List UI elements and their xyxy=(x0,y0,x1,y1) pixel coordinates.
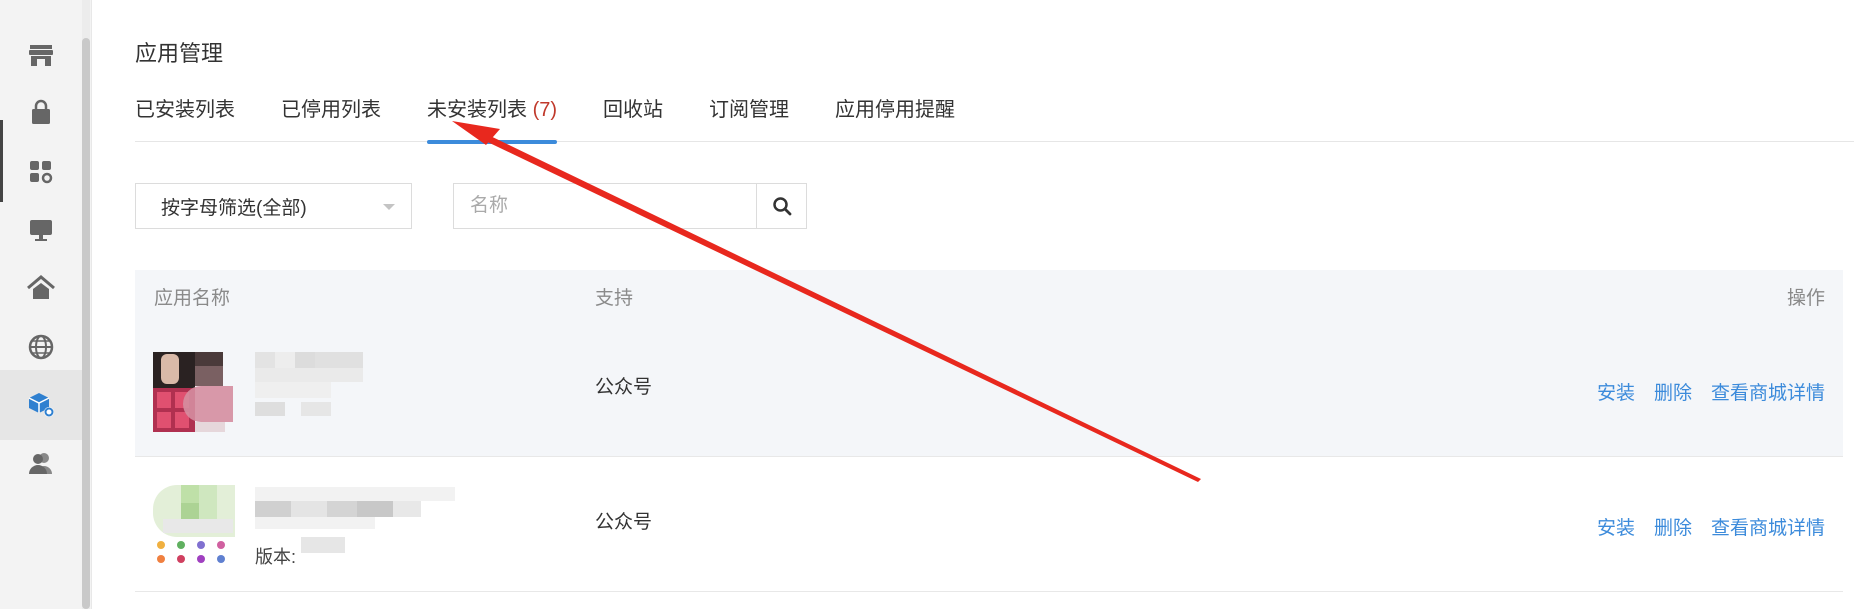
tab-not-installed[interactable]: 未安装列表 (7) xyxy=(427,90,558,144)
app-info-blurred xyxy=(255,352,465,432)
tab-label: 未安装列表 xyxy=(427,99,527,121)
app-cube-settings-icon xyxy=(28,393,54,417)
delete-link[interactable]: 删除 xyxy=(1654,513,1692,540)
search-input[interactable] xyxy=(454,184,756,228)
users-icon xyxy=(29,453,52,474)
support-cell: 公众号 xyxy=(595,377,653,398)
app-table: 应用名称 支持 操作 公众号 安装 删除 查看商城详情 版本: 公众号 安装 删… xyxy=(135,270,1843,592)
sidebar xyxy=(0,0,92,609)
search-icon xyxy=(772,197,791,216)
search-box xyxy=(453,183,807,229)
delete-link[interactable]: 删除 xyxy=(1654,378,1692,405)
sidebar-item-users[interactable] xyxy=(0,428,82,498)
globe-icon xyxy=(28,334,54,360)
tab-bar: 已安装列表 已停用列表 未安装列表 (7) 回收站 订阅管理 应用停用提醒 xyxy=(135,90,1854,144)
app-info-blurred: 版本: xyxy=(255,487,465,567)
search-button[interactable] xyxy=(756,184,806,228)
table-row: 公众号 安装 删除 查看商城详情 xyxy=(135,322,1843,457)
letter-filter-dropdown[interactable]: 按字母筛选(全部) xyxy=(135,183,412,229)
table-row: 版本: 公众号 安装 删除 查看商城详情 xyxy=(135,457,1843,592)
header-support: 支持 xyxy=(595,287,634,309)
view-store-detail-link[interactable]: 查看商城详情 xyxy=(1711,378,1825,405)
tab-disable-reminder[interactable]: 应用停用提醒 xyxy=(835,90,955,142)
install-link[interactable]: 安装 xyxy=(1597,513,1635,540)
page-title: 应用管理 xyxy=(135,41,224,66)
tab-count-badge: (7) xyxy=(532,99,558,121)
app-thumbnail xyxy=(153,485,241,567)
app-thumbnail xyxy=(153,350,241,432)
main-content: 应用管理 已安装列表 已停用列表 未安装列表 (7) 回收站 订阅管理 应用停用… xyxy=(92,0,1874,609)
store-icon xyxy=(29,45,53,66)
tab-label: 已安装列表 xyxy=(135,99,235,121)
monitor-icon xyxy=(30,220,52,241)
home-icon xyxy=(27,275,55,299)
tab-label: 订阅管理 xyxy=(709,99,790,121)
tab-label: 已停用列表 xyxy=(281,99,381,121)
apps-settings-icon xyxy=(30,161,53,184)
support-cell: 公众号 xyxy=(595,512,653,533)
view-store-detail-link[interactable]: 查看商城详情 xyxy=(1711,513,1825,540)
tab-disabled[interactable]: 已停用列表 xyxy=(281,90,381,142)
row-actions: 安装 删除 查看商城详情 xyxy=(1597,378,1825,405)
shopping-bag-icon xyxy=(32,99,50,124)
tab-label: 应用停用提醒 xyxy=(835,99,956,121)
tab-installed[interactable]: 已安装列表 xyxy=(135,90,235,142)
row-actions: 安装 删除 查看商城详情 xyxy=(1597,513,1825,540)
letter-filter-value: 按字母筛选(全部) xyxy=(161,197,307,219)
chevron-down-icon xyxy=(383,204,395,210)
header-app-name: 应用名称 xyxy=(154,287,231,309)
tab-subscription[interactable]: 订阅管理 xyxy=(709,90,789,142)
tab-recycle-bin[interactable]: 回收站 xyxy=(603,90,663,142)
table-header: 应用名称 支持 操作 xyxy=(135,270,1843,322)
sidebar-scrollbar-thumb[interactable] xyxy=(82,38,90,609)
header-action: 操作 xyxy=(1786,287,1825,309)
tab-label: 回收站 xyxy=(603,99,664,121)
version-label: 版本: xyxy=(255,547,297,567)
install-link[interactable]: 安装 xyxy=(1597,378,1635,405)
